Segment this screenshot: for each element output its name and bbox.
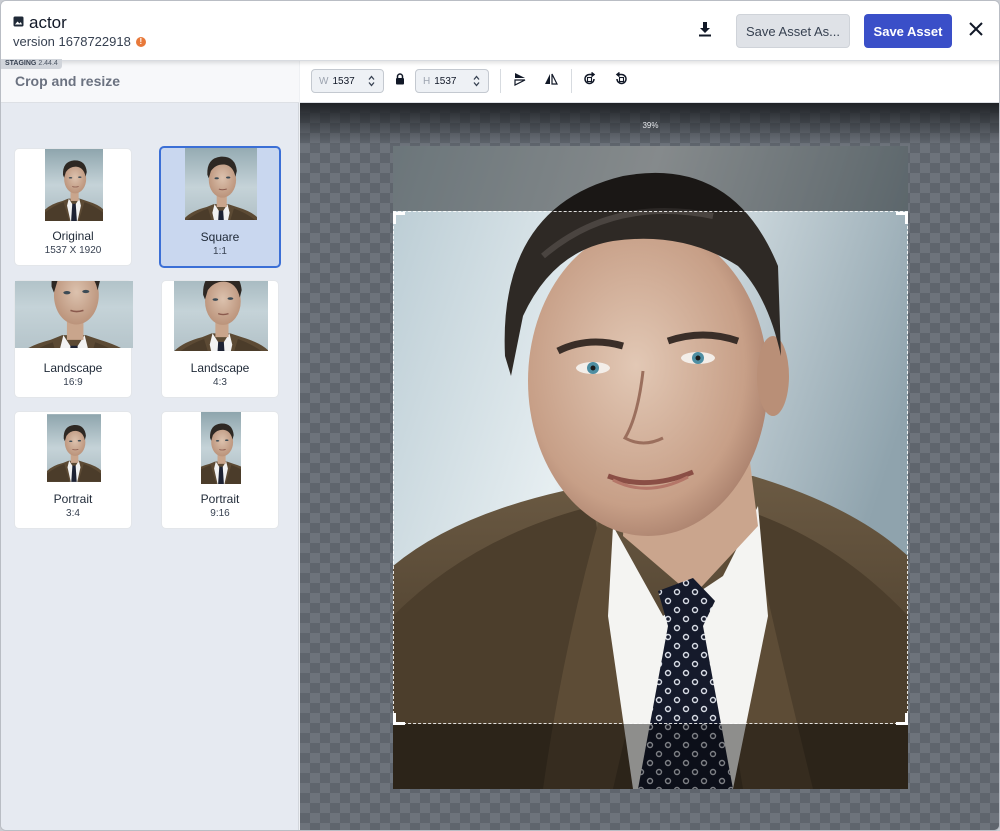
rotate-counterclockwise-icon bbox=[614, 71, 628, 91]
version-text: version 1678722918 bbox=[13, 34, 131, 49]
crop-handle-top-right[interactable] bbox=[896, 211, 908, 224]
preset-ratio: 1537 X 1920 bbox=[44, 245, 102, 256]
width-label: W bbox=[319, 75, 329, 87]
width-value: 1537 bbox=[332, 75, 355, 87]
staging-label: STAGING bbox=[5, 60, 37, 67]
preset-thumbnail bbox=[15, 281, 133, 348]
preset-thumbnail bbox=[47, 412, 101, 484]
crop-handle-bottom-right[interactable] bbox=[896, 712, 908, 725]
crop-selection[interactable] bbox=[393, 211, 908, 724]
preset-label: Original bbox=[52, 229, 94, 243]
image-icon bbox=[13, 14, 24, 32]
height-input[interactable]: H 1537 bbox=[415, 69, 489, 93]
lock-icon bbox=[395, 72, 405, 90]
panel-title: Crop and resize bbox=[15, 73, 121, 89]
spinner-arrows-icon[interactable] bbox=[368, 75, 375, 90]
toolbar-divider bbox=[571, 69, 572, 93]
crop-editor-window: actor version 1678722918 ! Save Asset As… bbox=[0, 0, 1000, 831]
flip-vertical-button[interactable] bbox=[512, 72, 528, 91]
preset-ratio: 9:16 bbox=[210, 508, 230, 519]
preset-label: Portrait bbox=[53, 492, 93, 506]
save-asset-button[interactable]: Save Asset bbox=[864, 14, 952, 48]
download-icon bbox=[698, 21, 712, 42]
spinner-arrows-icon[interactable] bbox=[473, 75, 480, 90]
crop-toolbar: W 1537 H 1537 bbox=[300, 61, 999, 103]
zoom-level: 39% bbox=[642, 121, 659, 130]
preset-label: Portrait bbox=[200, 492, 240, 506]
preset-label: Landscape bbox=[190, 361, 250, 375]
preset-card-square[interactable]: Square 1:1 bbox=[159, 146, 281, 268]
preset-thumbnail bbox=[201, 412, 241, 484]
preset-label: Square bbox=[200, 230, 240, 244]
toolbar-divider bbox=[500, 69, 501, 93]
preset-sidebar: Original 1537 X 1920 Square 1:1 Landscap… bbox=[1, 103, 299, 830]
rotate-clockwise-button[interactable] bbox=[582, 71, 598, 91]
asset-title-text: actor bbox=[29, 13, 67, 32]
close-icon bbox=[968, 21, 984, 42]
preset-label: Landscape bbox=[43, 361, 103, 375]
preset-card-landscape-4-3[interactable]: Landscape 4:3 bbox=[161, 280, 279, 398]
warning-icon[interactable]: ! bbox=[135, 36, 146, 47]
preset-thumbnail bbox=[185, 148, 257, 220]
crop-mask-top bbox=[393, 146, 908, 211]
flip-horizontal-button[interactable] bbox=[543, 73, 559, 89]
asset-title: actor bbox=[13, 13, 67, 33]
preset-thumbnail bbox=[45, 149, 103, 221]
crop-handle-top-left[interactable] bbox=[393, 211, 405, 224]
width-input[interactable]: W 1537 bbox=[311, 69, 384, 93]
preset-thumbnail bbox=[174, 281, 268, 351]
version-info: version 1678722918 ! bbox=[13, 34, 146, 49]
crop-mask-bottom bbox=[393, 724, 908, 789]
crop-handle-bottom-left[interactable] bbox=[393, 712, 405, 725]
height-value: 1537 bbox=[434, 75, 457, 87]
flip-vertical-icon bbox=[513, 72, 527, 91]
header-bar: actor version 1678722918 ! Save Asset As… bbox=[1, 1, 999, 61]
save-asset-as-button[interactable]: Save Asset As... bbox=[736, 14, 850, 48]
staging-version: 2.44.4 bbox=[38, 60, 58, 67]
preset-card-portrait-9-16[interactable]: Portrait 9:16 bbox=[161, 411, 279, 529]
preset-ratio: 4:3 bbox=[213, 377, 227, 388]
preset-card-portrait-3-4[interactable]: Portrait 3:4 bbox=[14, 411, 132, 529]
height-label: H bbox=[423, 75, 431, 87]
preset-ratio: 16:9 bbox=[63, 377, 83, 388]
crop-canvas[interactable]: 39% bbox=[300, 103, 999, 830]
staging-badge: STAGING 2.44.4 bbox=[1, 59, 62, 69]
preset-ratio: 3:4 bbox=[66, 508, 80, 519]
preset-card-original[interactable]: Original 1537 X 1920 bbox=[14, 148, 132, 266]
rotate-clockwise-icon bbox=[583, 71, 597, 91]
aspect-lock-button[interactable] bbox=[392, 73, 408, 89]
download-button[interactable] bbox=[693, 19, 717, 43]
close-button[interactable] bbox=[964, 19, 988, 43]
flip-horizontal-icon bbox=[544, 72, 558, 91]
rotate-counterclockwise-button[interactable] bbox=[613, 71, 629, 91]
preset-card-landscape-16-9[interactable]: Landscape 16:9 bbox=[14, 280, 133, 398]
preset-ratio: 1:1 bbox=[213, 246, 227, 257]
